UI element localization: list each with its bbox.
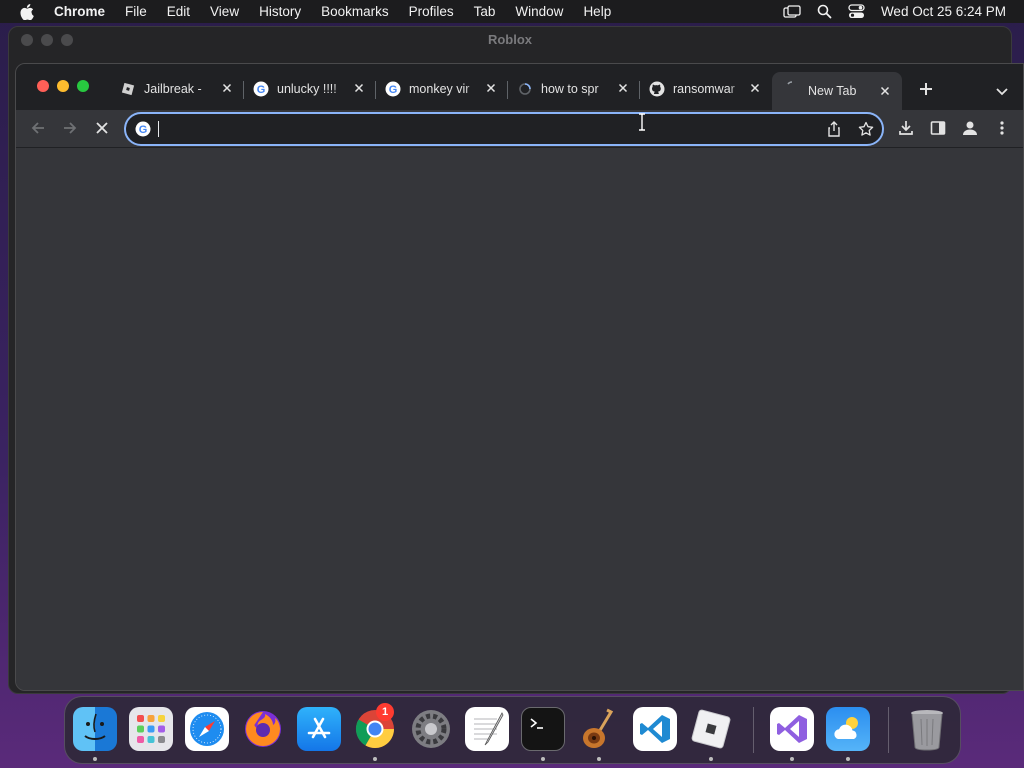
- menu-app-name[interactable]: Chrome: [54, 4, 105, 19]
- tab-unlucky[interactable]: G unlucky !!!!: [253, 76, 366, 102]
- back-arrow-icon[interactable]: [29, 119, 47, 137]
- menu-bookmarks[interactable]: Bookmarks: [321, 4, 389, 19]
- forward-arrow-icon[interactable]: [61, 119, 79, 137]
- tab-title: Jailbreak -: [144, 82, 202, 96]
- terminal-icon[interactable]: [521, 707, 565, 751]
- vscode-icon[interactable]: [633, 707, 677, 751]
- roblox-app-icon[interactable]: [689, 707, 733, 751]
- svg-text:G: G: [389, 84, 398, 96]
- tab-separator: [375, 81, 376, 99]
- running-indicator: [709, 757, 713, 761]
- menu-window[interactable]: Window: [515, 4, 563, 19]
- tab-close-icon[interactable]: [748, 81, 762, 95]
- loading-icon: [517, 81, 533, 97]
- chrome-window: Jailbreak - G unlucky !!!! G monkey vir: [15, 63, 1024, 691]
- menubar-clock[interactable]: Wed Oct 25 6:24 PM: [881, 4, 1006, 19]
- tab-close-icon[interactable]: [352, 81, 366, 95]
- new-tab-plus-icon[interactable]: [918, 81, 934, 97]
- menu-edit[interactable]: Edit: [167, 4, 190, 19]
- firefox-icon[interactable]: [241, 707, 285, 751]
- safari-icon[interactable]: [185, 707, 229, 751]
- page-content[interactable]: [16, 148, 1023, 690]
- tab-close-icon[interactable]: [220, 81, 234, 95]
- running-indicator: [846, 757, 850, 761]
- share-icon[interactable]: [826, 121, 842, 137]
- running-indicator: [790, 757, 794, 761]
- tab-ransomware[interactable]: ransomwar: [649, 76, 762, 102]
- running-indicator: [93, 757, 97, 761]
- loading-icon: [784, 79, 800, 95]
- roblox-icon: [120, 81, 136, 97]
- tab-new-tab[interactable]: New Tab: [772, 72, 902, 110]
- close-window-button[interactable]: [37, 80, 49, 92]
- tab-close-icon[interactable]: [484, 81, 498, 95]
- tab-monkey[interactable]: G monkey vir: [385, 76, 498, 102]
- google-icon: G: [385, 81, 401, 97]
- address-bar[interactable]: G: [124, 112, 884, 146]
- tab-how-to[interactable]: how to spr: [517, 76, 630, 102]
- more-vertical-icon[interactable]: [993, 119, 1011, 137]
- zoom-window-button[interactable]: [77, 80, 89, 92]
- github-icon: [649, 81, 665, 97]
- tab-close-icon[interactable]: [878, 84, 892, 98]
- tab-title: how to spr: [541, 82, 599, 96]
- menu-profiles[interactable]: Profiles: [409, 4, 454, 19]
- control-center-icon[interactable]: [848, 4, 865, 19]
- tab-search-chevron-icon[interactable]: [995, 83, 1009, 96]
- tab-strip: Jailbreak - G unlucky !!!! G monkey vir: [16, 64, 1023, 110]
- svg-text:G: G: [257, 84, 266, 96]
- google-icon: G: [135, 121, 151, 137]
- tab-title: monkey vir: [409, 82, 470, 96]
- stop-loading-icon[interactable]: [93, 119, 111, 137]
- minimize-window-button[interactable]: [57, 80, 69, 92]
- side-panel-icon[interactable]: [929, 119, 947, 137]
- running-indicator: [597, 757, 601, 761]
- notification-badge: 1: [376, 703, 394, 721]
- app-store-icon[interactable]: [297, 707, 341, 751]
- menu-file[interactable]: File: [125, 4, 147, 19]
- weather-icon[interactable]: [826, 707, 870, 751]
- download-icon[interactable]: [897, 119, 915, 137]
- tab-separator: [243, 81, 244, 99]
- address-input[interactable]: [156, 120, 796, 140]
- spotlight-search-icon[interactable]: [817, 4, 832, 19]
- profile-icon[interactable]: [961, 119, 979, 137]
- system-settings-icon[interactable]: [409, 707, 453, 751]
- trash-icon[interactable]: [905, 707, 949, 751]
- apple-menu-icon[interactable]: [18, 3, 36, 21]
- visual-studio-icon[interactable]: [770, 707, 814, 751]
- menu-tab[interactable]: Tab: [474, 4, 496, 19]
- tab-close-icon[interactable]: [616, 81, 630, 95]
- google-icon: G: [253, 81, 269, 97]
- dock-separator: [753, 707, 754, 753]
- toolbar: G: [16, 110, 1023, 148]
- tab-title: ransomwar: [673, 82, 735, 96]
- tab-title: New Tab: [808, 84, 857, 98]
- menu-view[interactable]: View: [210, 4, 239, 19]
- screen-mirroring-icon[interactable]: [783, 4, 801, 19]
- text-cursor-icon: [637, 113, 647, 131]
- bookmark-star-icon[interactable]: [858, 121, 874, 137]
- tab-jailbreak[interactable]: Jailbreak -: [120, 76, 234, 102]
- tab-separator: [639, 81, 640, 99]
- textedit-icon[interactable]: [465, 707, 509, 751]
- running-indicator: [373, 757, 377, 761]
- dock: [64, 696, 961, 764]
- svg-text:G: G: [139, 124, 148, 136]
- finder-icon[interactable]: [73, 707, 117, 751]
- running-indicator: [541, 757, 545, 761]
- dock-separator: [888, 707, 889, 753]
- tab-title: unlucky !!!!: [277, 82, 337, 96]
- menu-bar: Chrome File Edit View History Bookmarks …: [0, 0, 1024, 23]
- menu-help[interactable]: Help: [583, 4, 611, 19]
- garageband-icon[interactable]: [577, 707, 621, 751]
- roblox-window-title: Roblox: [487, 32, 533, 47]
- launchpad-icon[interactable]: [129, 707, 173, 751]
- tab-separator: [507, 81, 508, 99]
- menu-history[interactable]: History: [259, 4, 301, 19]
